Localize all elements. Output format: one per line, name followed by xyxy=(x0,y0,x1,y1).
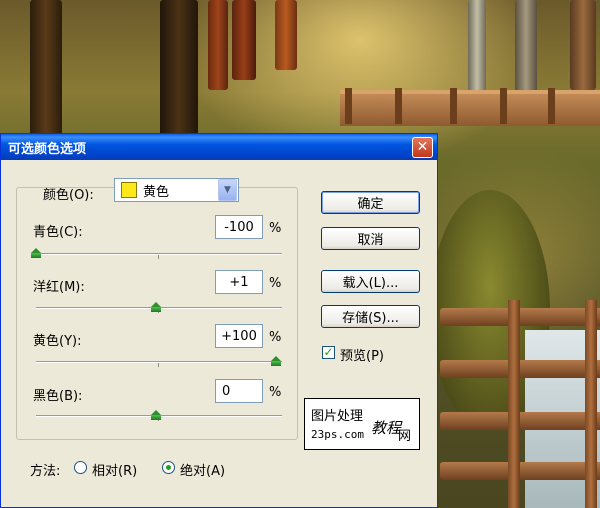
cyan-slider-track[interactable] xyxy=(36,253,282,255)
colors-label: 颜色(O): xyxy=(43,188,94,203)
chevron-down-icon[interactable]: ▼ xyxy=(218,179,237,201)
magenta-label: 洋红(M): xyxy=(33,280,85,295)
relative-radio-label[interactable]: 相对(R) xyxy=(92,460,137,479)
magenta-value: +1 xyxy=(229,274,249,290)
close-icon: ✕ xyxy=(416,139,429,155)
tree-trunk xyxy=(160,0,198,140)
yellow-slider-track[interactable] xyxy=(36,361,282,363)
method-label: 方法: xyxy=(30,464,61,479)
black-value-input[interactable]: 0 xyxy=(215,379,263,403)
colors-select[interactable]: 黄色 ▼ xyxy=(114,178,239,202)
load-button-label: 载入(L)... xyxy=(342,276,399,291)
watermark-suffix: 网 xyxy=(398,429,412,444)
relative-radio[interactable] xyxy=(74,461,87,474)
ok-button[interactable]: 确定 xyxy=(321,191,420,214)
yellow-percent: % xyxy=(269,330,282,345)
magenta-slider-thumb[interactable] xyxy=(151,302,161,312)
railing-beam xyxy=(440,308,600,326)
preview-checkbox[interactable]: ✓ xyxy=(322,346,335,359)
absolute-radio-label[interactable]: 绝对(A) xyxy=(180,460,225,479)
watermark-line2: 23ps.com xyxy=(311,428,364,441)
black-percent: % xyxy=(269,385,282,400)
railing-post xyxy=(508,300,520,508)
watermark-script: 教程 xyxy=(371,419,402,437)
black-value: 0 xyxy=(222,383,231,399)
railing-beam xyxy=(440,360,600,378)
checkmark-icon: ✓ xyxy=(323,345,334,359)
yellow-label: 黄色(Y): xyxy=(33,334,82,349)
cyan-value-input[interactable]: -100 xyxy=(215,215,263,239)
magenta-value-input[interactable]: +1 xyxy=(215,270,263,294)
black-slider-thumb[interactable] xyxy=(151,410,161,420)
preview-label[interactable]: 预览(P) xyxy=(340,345,384,364)
yellow-slider-thumb[interactable] xyxy=(271,356,281,366)
tree-trunk xyxy=(570,0,596,90)
bridge-post xyxy=(500,88,507,124)
load-button[interactable]: 载入(L)... xyxy=(321,270,420,293)
absolute-radio[interactable] xyxy=(162,461,175,474)
cyan-slider-thumb[interactable] xyxy=(31,248,41,258)
watermark-logo: 图片处理 教程 网 23ps.com xyxy=(304,398,420,450)
ok-button-label: 确定 xyxy=(357,197,384,212)
colors-select-value: 黄色 xyxy=(143,184,170,200)
railing-beam xyxy=(440,462,600,480)
watermark-line1: 图片处理 xyxy=(311,409,364,424)
magenta-percent: % xyxy=(269,276,282,291)
bridge-post xyxy=(345,88,352,124)
tree-trunk xyxy=(275,0,297,70)
yellow-value: +100 xyxy=(221,328,257,344)
yellow-value-input[interactable]: +100 xyxy=(215,324,263,348)
bridge-post xyxy=(548,88,555,124)
railing-beam xyxy=(440,412,600,430)
tree-trunk xyxy=(468,0,486,95)
railing-post xyxy=(585,300,597,508)
save-button-label: 存储(S)... xyxy=(342,311,399,326)
cancel-button-label: 取消 xyxy=(357,233,384,248)
cancel-button[interactable]: 取消 xyxy=(321,227,420,250)
save-button[interactable]: 存储(S)... xyxy=(321,305,420,328)
cyan-value: -100 xyxy=(224,219,254,235)
slider-tick xyxy=(158,255,159,259)
dialog-title: 可选颜色选项 xyxy=(8,141,87,157)
bridge-post xyxy=(395,88,402,124)
close-button[interactable]: ✕ xyxy=(412,136,433,158)
bridge-post xyxy=(450,88,457,124)
cyan-percent: % xyxy=(269,221,282,236)
cyan-label: 青色(C): xyxy=(33,225,83,240)
tree-trunk xyxy=(232,0,256,80)
color-swatch xyxy=(121,182,137,198)
dialog-titlebar[interactable]: 可选颜色选项 ✕ xyxy=(1,134,437,160)
wooden-bridge xyxy=(340,90,600,126)
black-label: 黑色(B): xyxy=(33,389,83,404)
slider-tick xyxy=(158,363,159,367)
tree-trunk xyxy=(208,0,228,90)
